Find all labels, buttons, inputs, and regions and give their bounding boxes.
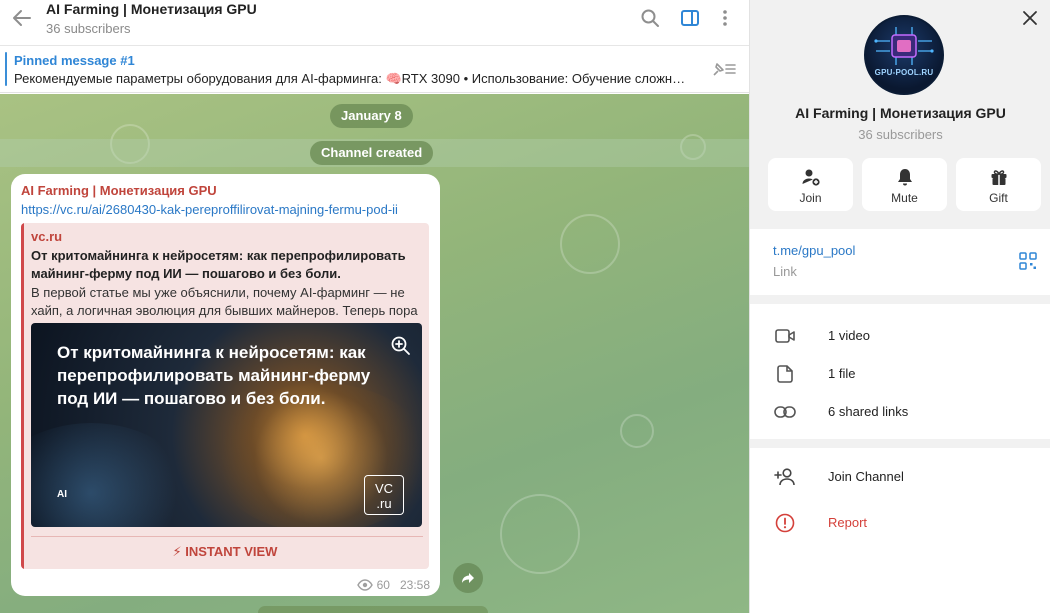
media-row-links[interactable]: 6 shared links bbox=[750, 393, 1050, 431]
pin-list-icon bbox=[713, 63, 736, 76]
chat-subscribers: 36 subscribers bbox=[46, 21, 131, 36]
preview-title: От критомайнинга к нейросетям: как переп… bbox=[31, 248, 406, 281]
zoom-in-icon bbox=[391, 336, 410, 355]
search-icon bbox=[641, 9, 659, 27]
more-vertical-icon bbox=[723, 10, 727, 26]
media-row-files[interactable]: 1 file bbox=[750, 355, 1050, 393]
avatar-text: GPU-POOL.RU bbox=[874, 68, 934, 77]
pinned-list-button[interactable] bbox=[710, 58, 738, 80]
close-panel-button[interactable] bbox=[1018, 6, 1042, 30]
join-channel-label: Join Channel bbox=[828, 469, 904, 484]
sidebar-toggle-button[interactable] bbox=[678, 6, 702, 30]
mute-action-label: Mute bbox=[891, 191, 918, 205]
qr-code-button[interactable] bbox=[1019, 252, 1037, 270]
pinned-message-bar[interactable]: Pinned message #1 Рекомендуемые параметр… bbox=[0, 46, 749, 93]
gpu-chip-icon bbox=[874, 27, 934, 65]
chat-area: AI Farming | Монетизация GPU 36 subscrib… bbox=[0, 0, 749, 613]
preview-image-tag: AI bbox=[57, 489, 67, 500]
sidebar-panel-icon bbox=[681, 10, 699, 26]
chat-header: AI Farming | Монетизация GPU 36 subscrib… bbox=[0, 0, 749, 46]
media-row-files-label: 1 file bbox=[828, 366, 856, 381]
channel-link-card: t.me/gpu_pool Link bbox=[750, 229, 1050, 295]
pinned-title: Pinned message #1 bbox=[14, 53, 135, 68]
zoom-button[interactable] bbox=[390, 335, 412, 357]
mute-action-button[interactable]: Mute bbox=[862, 158, 947, 211]
link-icon bbox=[774, 406, 796, 418]
report-label: Report bbox=[828, 515, 868, 530]
more-menu-button[interactable] bbox=[713, 6, 737, 30]
chat-title[interactable]: AI Farming | Монетизация GPU bbox=[46, 1, 257, 17]
channel-link[interactable]: t.me/gpu_pool bbox=[773, 243, 855, 258]
file-icon bbox=[777, 365, 793, 383]
channel-link-label: Link bbox=[773, 264, 797, 279]
channel-subscribers: 36 subscribers bbox=[858, 127, 943, 142]
back-button[interactable] bbox=[8, 6, 36, 30]
composer-hint bbox=[258, 606, 488, 613]
forward-arrow-icon bbox=[462, 573, 474, 583]
media-row-videos[interactable]: 1 video bbox=[750, 317, 1050, 355]
post-link[interactable]: https://vc.ru/ai/2680430-kak-pereproffil… bbox=[21, 202, 433, 217]
media-row-links-label: 6 shared links bbox=[828, 404, 909, 419]
post-author[interactable]: AI Farming | Монетизация GPU bbox=[21, 183, 217, 198]
background-doodle bbox=[560, 214, 620, 274]
warning-circle-icon bbox=[775, 513, 795, 533]
close-icon bbox=[1023, 11, 1037, 25]
view-count: 60 bbox=[376, 578, 390, 592]
shared-media-card: 1 video 1 file 6 shared links bbox=[750, 304, 1050, 439]
channel-avatar[interactable]: GPU-POOL.RU bbox=[864, 15, 944, 95]
service-message: Channel created bbox=[310, 141, 434, 165]
channel-actions-card: Join Channel Report bbox=[750, 448, 1050, 613]
background-doodle bbox=[620, 414, 654, 448]
bell-icon bbox=[897, 169, 912, 186]
instant-view-button[interactable]: ⚡ INSTANT VIEW bbox=[21, 544, 429, 560]
add-user-icon bbox=[802, 169, 820, 186]
gift-action-button[interactable]: Gift bbox=[956, 158, 1041, 211]
vc-logo-top: VC bbox=[374, 481, 394, 496]
preview-accent-bar bbox=[21, 223, 24, 569]
join-action-button[interactable]: Join bbox=[768, 158, 853, 211]
preview-description: В первой статье мы уже объяснили, почему… bbox=[31, 285, 418, 318]
channel-post[interactable]: AI Farming | Монетизация GPU https://vc.… bbox=[11, 174, 440, 596]
search-button[interactable] bbox=[638, 6, 662, 30]
date-separator: January 8 bbox=[330, 104, 413, 128]
gift-action-label: Gift bbox=[989, 191, 1008, 205]
report-row[interactable]: Report bbox=[750, 504, 1050, 542]
post-time: 23:58 bbox=[399, 578, 430, 592]
preview-divider bbox=[31, 536, 423, 537]
gift-icon bbox=[991, 170, 1006, 185]
chat-background: January 8 Channel created AI Farming | М… bbox=[0, 94, 749, 613]
image-glow bbox=[31, 423, 191, 527]
vc-logo: VC .ru bbox=[364, 475, 404, 515]
forward-button[interactable] bbox=[453, 563, 483, 593]
post-meta: 60 23:58 bbox=[356, 578, 430, 592]
channel-name: AI Farming | Монетизация GPU bbox=[795, 105, 1006, 121]
qr-code-icon bbox=[1019, 252, 1037, 270]
pinned-text: Рекомендуемые параметры оборудования для… bbox=[14, 71, 690, 86]
preview-site-name: vc.ru bbox=[31, 229, 63, 244]
background-doodle bbox=[500, 494, 580, 574]
channel-info-panel: GPU-POOL.RU AI Farming | Монетизация GPU… bbox=[749, 0, 1050, 613]
vc-logo-bottom: .ru bbox=[376, 496, 392, 511]
pinned-indicator bbox=[5, 52, 7, 86]
link-preview[interactable]: vc.ru От критомайнинга к нейросетям: как… bbox=[21, 223, 429, 569]
media-row-videos-label: 1 video bbox=[828, 328, 870, 343]
preview-image[interactable]: От критомайнинга к нейросетям: как переп… bbox=[31, 323, 422, 527]
video-icon bbox=[775, 329, 795, 343]
preview-image-headline: От критомайнинга к нейросетям: как переп… bbox=[57, 343, 371, 408]
join-channel-row[interactable]: Join Channel bbox=[750, 458, 1050, 496]
eye-icon bbox=[356, 579, 373, 591]
arrow-left-icon bbox=[13, 10, 31, 26]
join-action-label: Join bbox=[799, 191, 822, 205]
add-user-icon bbox=[774, 468, 795, 486]
